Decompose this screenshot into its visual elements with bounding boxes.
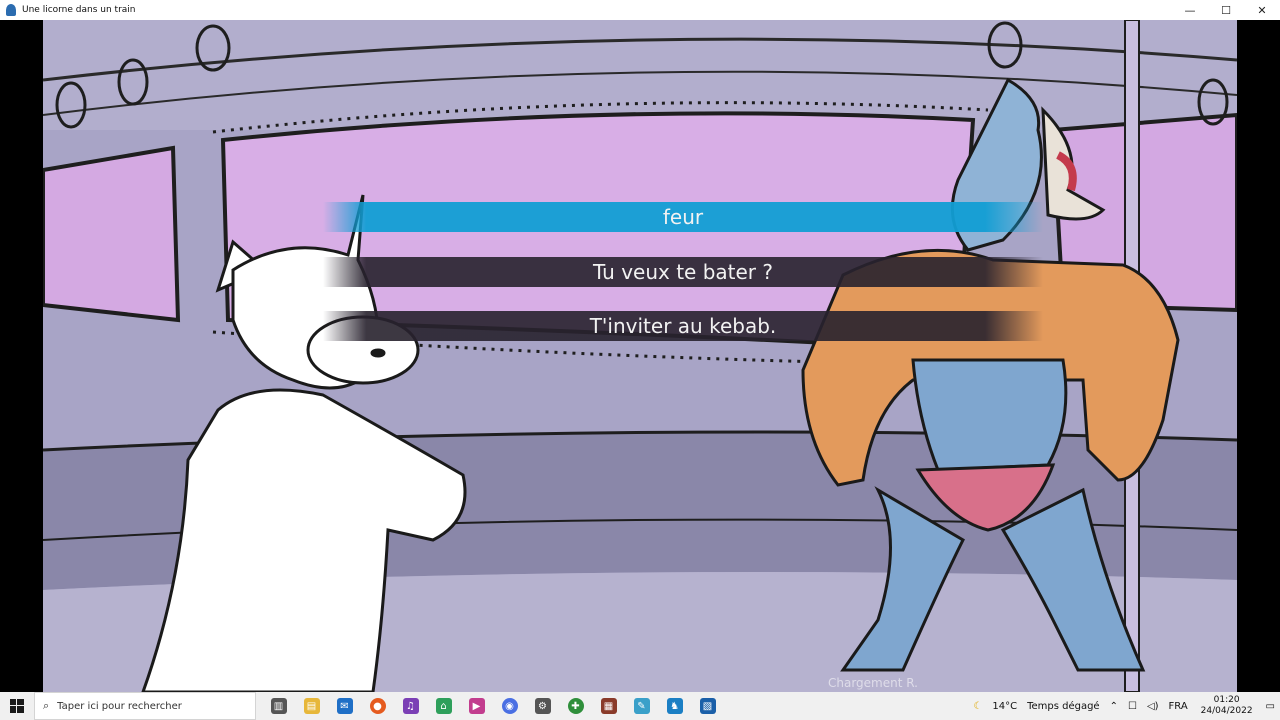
- game-app-icon[interactable]: ♞: [658, 692, 691, 720]
- maximize-button[interactable]: ☐: [1208, 0, 1244, 20]
- clock-date: 24/04/2022: [1200, 706, 1253, 716]
- taskbar-search[interactable]: ⌕ Taper ici pour rechercher: [34, 692, 256, 720]
- back-button[interactable]: Retour: [305, 676, 345, 690]
- show-hidden-icons-icon[interactable]: ⌃: [1110, 701, 1118, 712]
- editor-app-icon[interactable]: ✎: [625, 692, 658, 720]
- weather-icon: ☾: [973, 700, 983, 712]
- language-indicator[interactable]: FRA: [1169, 701, 1188, 712]
- window-titlebar: Une licorne dans un train — ☐ ✕: [0, 0, 1280, 20]
- app-icon: [6, 4, 16, 16]
- choice-label: feur: [662, 205, 704, 229]
- game-viewport[interactable]: feur Tu veux te bater ? T'inviter au keb…: [43, 20, 1237, 692]
- firefox-icon[interactable]: ●: [361, 692, 394, 720]
- close-button[interactable]: ✕: [1244, 0, 1280, 20]
- taskbar-apps: ▥ ▤ ✉ ● ♫ ⌂ ▶ ◉ ⚙ ✚ ▦ ✎ ♞ ▧: [262, 692, 724, 720]
- store-icon[interactable]: ⌂: [427, 692, 460, 720]
- volume-icon[interactable]: ◁): [1147, 701, 1159, 712]
- network-icon[interactable]: ☐: [1128, 701, 1137, 712]
- weather-description[interactable]: Temps dégagé: [1027, 701, 1100, 712]
- window-controls: — ☐ ✕: [1172, 0, 1280, 20]
- task-view-icon[interactable]: ▥: [262, 692, 295, 720]
- windows-logo-icon: [10, 699, 24, 713]
- photos-app-icon[interactable]: ▧: [691, 692, 724, 720]
- search-placeholder: Taper ici pour rechercher: [57, 700, 182, 712]
- settings-icon[interactable]: ⚙: [526, 692, 559, 720]
- file-explorer-icon[interactable]: ▤: [295, 692, 328, 720]
- archive-app-icon[interactable]: ▦: [592, 692, 625, 720]
- load-button[interactable]: Chargement R.: [828, 676, 918, 690]
- clock[interactable]: 01:20 24/04/2022: [1201, 695, 1253, 717]
- start-button[interactable]: [0, 692, 34, 720]
- train-scene: [43, 20, 1237, 692]
- window-title: Une licorne dans un train: [22, 5, 136, 15]
- clock-time: 01:20: [1213, 695, 1240, 705]
- notifications-icon[interactable]: ▭: [1266, 701, 1275, 712]
- choice-option-kebab[interactable]: T'inviter au kebab.: [323, 311, 1043, 341]
- xbox-icon[interactable]: ✚: [559, 692, 592, 720]
- minimize-button[interactable]: —: [1172, 0, 1208, 20]
- choice-label: T'inviter au kebab.: [589, 314, 777, 338]
- headphones-app-icon[interactable]: ♫: [394, 692, 427, 720]
- os-taskbar: ⌕ Taper ici pour rechercher ▥ ▤ ✉ ● ♫ ⌂ …: [0, 692, 1280, 720]
- quick-menu: Retour Chargement R.: [43, 668, 1237, 692]
- messenger-icon[interactable]: ◉: [493, 692, 526, 720]
- mail-icon[interactable]: ✉: [328, 692, 361, 720]
- choice-option-fight[interactable]: Tu veux te bater ?: [323, 257, 1043, 287]
- choice-label: Tu veux te bater ?: [592, 260, 774, 284]
- weather-temperature[interactable]: 14°C: [992, 701, 1017, 712]
- media-app-icon[interactable]: ▶: [460, 692, 493, 720]
- system-tray: ☾ 14°C Temps dégagé ⌃ ☐ ◁) FRA 01:20 24/…: [968, 692, 1280, 720]
- choice-option-feur[interactable]: feur: [323, 202, 1043, 232]
- search-icon: ⌕: [43, 699, 50, 712]
